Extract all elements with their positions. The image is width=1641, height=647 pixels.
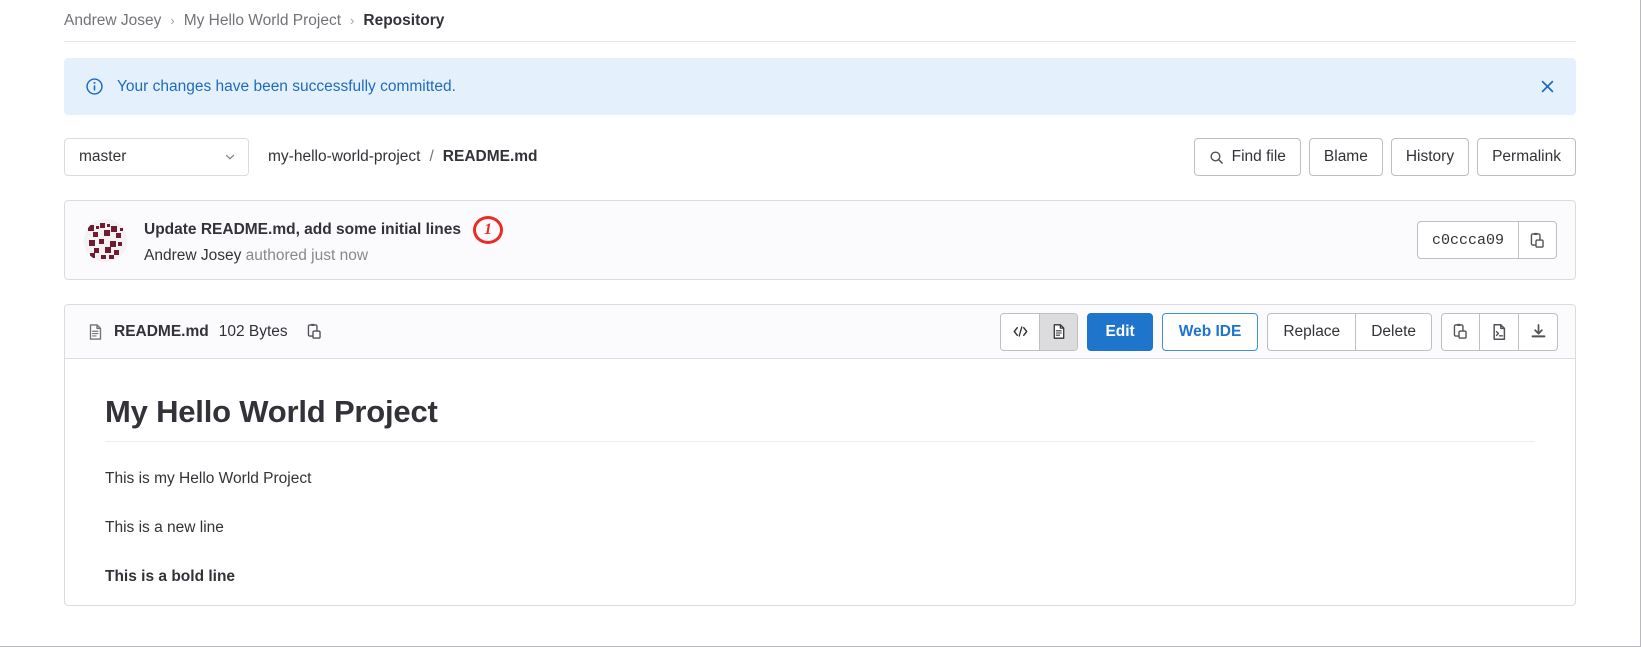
copy-commit-sha-button[interactable] <box>1518 221 1557 259</box>
history-label: History <box>1405 148 1455 165</box>
commit-title-row: Update README.md, add some initial lines… <box>144 215 503 244</box>
file-action-toolbar: Edit Web IDE Replace Delete <box>1000 312 1558 351</box>
close-x-icon <box>1541 80 1553 93</box>
permalink-button[interactable]: Permalink <box>1477 138 1576 176</box>
commit-message[interactable]: Update README.md, add some initial lines <box>144 221 461 239</box>
markdown-paragraph-bold: This is a bold line <box>105 568 236 586</box>
history-button[interactable]: History <box>1390 138 1470 176</box>
file-identity: README.md 102 Bytes <box>87 323 323 341</box>
document-icon <box>89 323 102 340</box>
branch-selector[interactable]: master <box>64 138 249 176</box>
markdown-paragraph: This is a new line <box>105 518 224 536</box>
breadcrumb-separator-icon: › <box>350 13 355 28</box>
alert-message: Your changes have been successfully comm… <box>117 77 456 95</box>
blame-label: Blame <box>1323 148 1368 165</box>
branch-name: master <box>79 148 127 165</box>
open-raw-icon <box>1492 323 1505 340</box>
commit-sha[interactable]: c0ccca09 <box>1416 221 1518 259</box>
markdown-heading: My Hello World Project <box>105 393 1535 443</box>
breadcrumb-divider <box>64 41 1576 42</box>
breadcrumb-item-project[interactable]: My Hello World Project <box>184 12 341 30</box>
web-ide-button[interactable]: Web IDE <box>1161 312 1259 351</box>
file-name: README.md <box>114 322 209 340</box>
download-icon <box>1531 324 1545 338</box>
copy-clipboard-icon <box>1530 232 1544 248</box>
find-file-label: Find file <box>1231 148 1286 165</box>
file-size: 102 Bytes <box>218 322 288 340</box>
annotation-badge-1: 1 <box>472 215 503 244</box>
permalink-label: Permalink <box>1492 148 1561 165</box>
commit-authored-time: authored just now <box>245 246 369 264</box>
copy-clipboard-icon <box>307 323 321 339</box>
copy-file-path-button[interactable] <box>298 323 323 340</box>
file-icon-actions <box>1441 312 1558 351</box>
chevron-down-icon <box>225 154 235 160</box>
close-icon[interactable] <box>1536 76 1558 98</box>
repo-actions: Find file Blame History Permalink <box>1193 138 1576 176</box>
file-header: README.md 102 Bytes Edit Web IDE Replace… <box>65 305 1575 359</box>
download-button[interactable] <box>1519 312 1558 351</box>
replace-button[interactable]: Replace <box>1267 312 1357 351</box>
copy-contents-icon <box>1453 323 1467 339</box>
view-mode-toggle <box>1000 312 1079 351</box>
ref-path-row: master my-hello-world-project / README.m… <box>64 138 1576 176</box>
success-alert: Your changes have been successfully comm… <box>64 58 1576 115</box>
search-icon <box>1210 150 1223 164</box>
last-commit-card: Update README.md, add some initial lines… <box>64 200 1576 280</box>
delete-button[interactable]: Delete <box>1356 312 1432 351</box>
file-path-breadcrumb: my-hello-world-project / README.md <box>268 148 538 166</box>
repository-file-page: Andrew Josey › My Hello World Project › … <box>0 0 1641 647</box>
breadcrumb-item-user[interactable]: Andrew Josey <box>64 12 161 30</box>
open-raw-button[interactable] <box>1480 312 1519 351</box>
breadcrumb-item-repository: Repository <box>363 11 445 29</box>
info-circle-icon <box>86 78 103 95</box>
breadcrumb: Andrew Josey › My Hello World Project › … <box>0 0 1640 41</box>
commit-author: Andrew Josey <box>144 246 242 264</box>
code-brackets-icon <box>1013 326 1028 337</box>
edit-button[interactable]: Edit <box>1087 312 1153 351</box>
rendered-view-button[interactable] <box>1039 313 1078 350</box>
commit-author-row: Andrew Josey authored just now <box>144 247 503 265</box>
commit-meta: Update README.md, add some initial lines… <box>144 215 503 265</box>
path-filename: README.md <box>442 148 538 165</box>
file-viewer-card: README.md 102 Bytes Edit Web IDE Replace… <box>64 304 1576 606</box>
blame-button[interactable]: Blame <box>1308 138 1383 176</box>
source-view-button[interactable] <box>1001 313 1040 350</box>
path-directory[interactable]: my-hello-world-project <box>268 148 420 166</box>
replace-delete-group: Replace Delete <box>1267 312 1432 351</box>
copy-contents-button[interactable] <box>1441 312 1480 351</box>
avatar-identicon-icon <box>84 218 127 262</box>
path-separator: / <box>429 148 434 165</box>
breadcrumb-separator-icon: › <box>170 13 175 28</box>
document-icon <box>1053 324 1065 339</box>
find-file-button[interactable]: Find file <box>1193 138 1301 176</box>
markdown-preview: My Hello World Project This is my Hello … <box>65 359 1575 589</box>
commit-sha-group: c0ccca09 <box>1416 221 1557 259</box>
identicon-avatar <box>84 218 127 262</box>
markdown-paragraph: This is my Hello World Project <box>105 470 312 488</box>
